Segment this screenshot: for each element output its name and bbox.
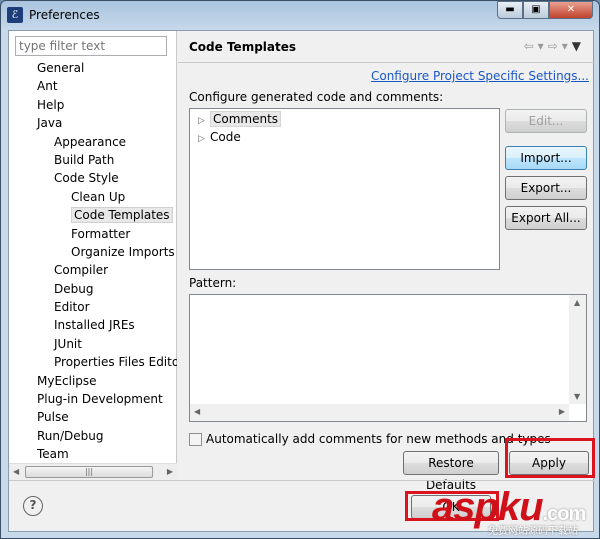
tree-item-label: Debug (54, 281, 94, 296)
tree-item[interactable]: JUnit (9, 335, 177, 353)
pattern-label: Pattern: (189, 276, 237, 290)
tree-item-label: Help (37, 97, 65, 112)
pattern-vertical-scrollbar[interactable]: ▲ ▼ (569, 295, 586, 404)
tree-item[interactable]: Clean Up (9, 188, 177, 206)
tree-item[interactable]: Java (9, 114, 177, 132)
tree-item[interactable]: Compiler (9, 261, 177, 279)
code-templates-page: Code Templates ⇦▾⇨▾▼ Configure Project S… (178, 31, 595, 492)
tree-item-label: Appearance (54, 134, 127, 149)
tree-item-label: Clean Up (71, 189, 126, 204)
scroll-thumb[interactable]: ||| (25, 466, 153, 478)
view-menu-icon[interactable]: ▼ (572, 39, 585, 53)
tree-item-label: Pulse (37, 410, 69, 425)
tree-item-label: Installed JREs (54, 318, 135, 333)
eclipse-app-icon: ℰ (7, 7, 23, 23)
tree-item-label: Code Style (54, 171, 119, 186)
tree-item[interactable]: General (9, 59, 177, 77)
scroll-down-icon[interactable]: ▼ (574, 392, 580, 401)
apply-highlight (505, 438, 595, 478)
export-all-button[interactable]: Export All... (505, 206, 587, 230)
back-icon[interactable]: ⇦ (524, 39, 538, 53)
pattern-horizontal-scrollbar[interactable]: ◀ ▶ (190, 404, 569, 421)
edit-button[interactable]: Edit... (505, 109, 587, 133)
tree-item-label: Properties Files Edito (54, 355, 177, 370)
tree-item[interactable]: Appearance (9, 133, 177, 151)
expand-icon[interactable]: ▷ (198, 131, 210, 148)
tree-item[interactable]: Editor (9, 298, 177, 316)
close-button[interactable]: ✕ (549, 1, 593, 19)
filter-input[interactable] (15, 36, 167, 56)
preferences-tree: General Ant Help Java Appearance Build Path Co… (9, 59, 177, 464)
tree-item-label: Ant (37, 79, 58, 94)
restore-defaults-button[interactable]: Restore Defaults (403, 451, 499, 492)
tree-item[interactable]: Ant (9, 77, 177, 95)
templates-tree[interactable]: ▷ Comments ▷ Code (189, 108, 500, 270)
tree-item[interactable]: Debug (9, 280, 177, 298)
tree-item-label: Editor (54, 300, 90, 315)
forward-menu-icon[interactable]: ▾ (562, 39, 572, 53)
scroll-right-icon[interactable]: ▶ (167, 467, 173, 476)
tree-item[interactable]: Pulse (9, 408, 177, 426)
page-title: Code Templates (189, 40, 297, 54)
tree-item-label: Team (37, 447, 69, 462)
tree-item-label: JUnit (54, 336, 82, 351)
title-bar: ℰ Preferences (7, 5, 100, 25)
tree-item-label: Formatter (71, 226, 131, 241)
tree-item-label: Build Path (54, 152, 115, 167)
preferences-sidebar: General Ant Help Java Appearance Build Path Co… (9, 31, 177, 480)
template-node-code[interactable]: ▷ Code (198, 129, 241, 146)
tree-item[interactable]: Properties Files Edito (9, 353, 177, 371)
auto-comments-checkbox[interactable]: Automatically add comments for new metho… (189, 432, 551, 446)
scroll-up-icon[interactable]: ▲ (574, 298, 580, 307)
scroll-left-icon[interactable]: ◀ (194, 407, 200, 416)
tree-item[interactable]: Team (9, 445, 177, 463)
forward-icon[interactable]: ⇨ (548, 39, 562, 53)
scroll-left-icon[interactable]: ◀ (13, 467, 19, 476)
tree-item[interactable]: Formatter (9, 225, 177, 243)
tree-item[interactable]: Plug-in Development (9, 390, 177, 408)
checkbox-icon[interactable] (189, 432, 202, 446)
template-node-comments[interactable]: ▷ Comments (198, 111, 282, 130)
maximize-button[interactable]: ▣ (523, 1, 549, 19)
tree-item-label: Plug-in Development (37, 392, 163, 407)
pattern-editor[interactable]: ▲ ▼ ◀ ▶ (189, 294, 587, 422)
back-menu-icon[interactable]: ▾ (538, 39, 548, 53)
export-button[interactable]: Export... (505, 176, 587, 200)
tree-item[interactable]: Organize Imports (9, 243, 177, 261)
tree-item[interactable]: Help (9, 96, 177, 114)
preferences-window: ℰ Preferences ▬ ▣ ✕ General Ant Help Java Ap… (0, 0, 600, 539)
tree-item[interactable]: Run/Debug (9, 427, 177, 445)
tree-item-label: Organize Imports (71, 244, 175, 259)
tree-item[interactable]: Build Path (9, 151, 177, 169)
configure-label: Configure generated code and comments: (189, 90, 444, 104)
help-icon[interactable]: ? (23, 496, 43, 516)
import-button[interactable]: Import... (505, 146, 587, 170)
tree-item-label: Code Templates (71, 207, 173, 224)
tree-item-label: Compiler (54, 263, 109, 278)
tree-item[interactable]: Code Templates (9, 206, 177, 224)
configure-project-settings-link[interactable]: Configure Project Specific Settings... (371, 69, 589, 83)
tree-item-label: MyEclipse (37, 373, 97, 388)
sidebar-horizontal-scrollbar[interactable]: ◀ ||| ▶ (9, 463, 177, 480)
tree-item-label: Java (37, 116, 63, 131)
scroll-right-icon[interactable]: ▶ (559, 407, 565, 416)
expand-icon[interactable]: ▷ (198, 113, 210, 130)
tree-item-label: Run/Debug (37, 428, 104, 443)
tree-item[interactable]: MyEclipse (9, 372, 177, 390)
auto-comments-label: Automatically add comments for new metho… (206, 432, 551, 446)
tree-item-label: General (37, 61, 85, 75)
minimize-button[interactable]: ▬ (497, 1, 523, 19)
tree-item[interactable]: Code Style (9, 169, 177, 187)
window-title: Preferences (29, 8, 100, 22)
watermark-subtitle: 免费网站源码下载站 (488, 526, 578, 537)
tree-item[interactable]: Installed JREs (9, 316, 177, 334)
